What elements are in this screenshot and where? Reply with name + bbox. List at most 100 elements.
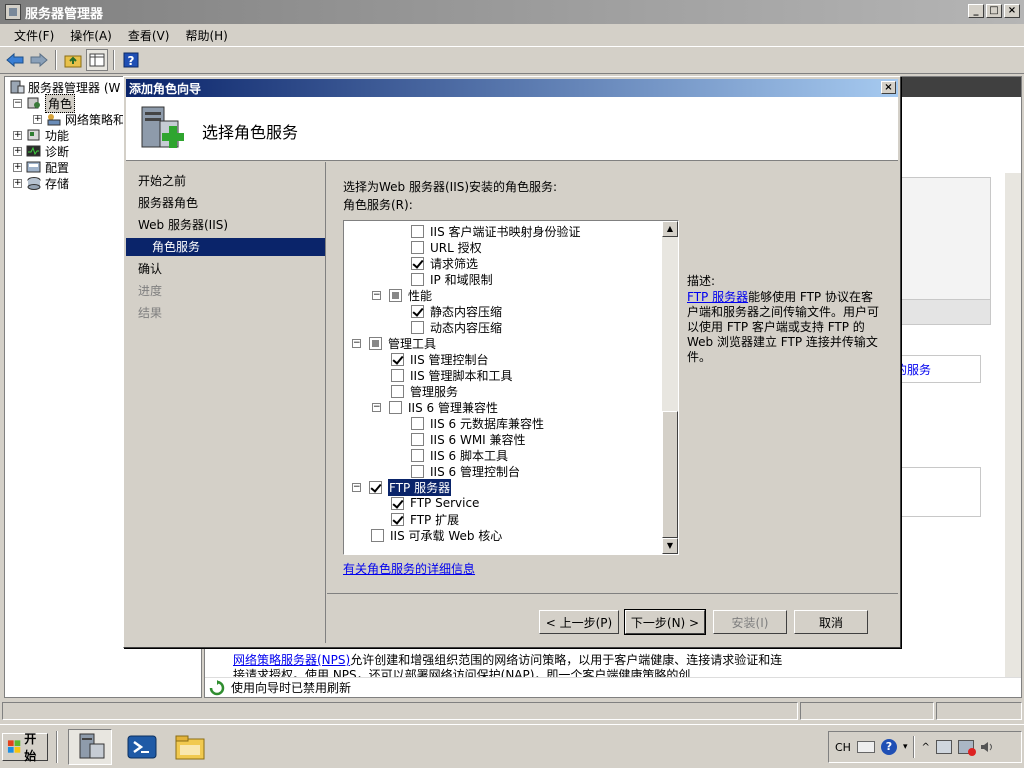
action-center-icon[interactable]	[935, 740, 952, 754]
keyboard-icon[interactable]	[856, 741, 875, 753]
step-web-server-iis[interactable]: Web 服务器(IIS)	[138, 216, 228, 234]
role-service-item[interactable]: URL 授权	[411, 239, 482, 255]
role-services-scrollbar[interactable]: ▲ ▼	[662, 221, 678, 554]
cancel-button[interactable]: 取消	[794, 610, 868, 634]
details-scrollbar[interactable]	[1005, 173, 1021, 679]
role-service-checkbox[interactable]	[389, 400, 402, 414]
menu-view[interactable]: 查看(V)	[120, 25, 178, 46]
role-service-item[interactable]: FTP Service	[391, 495, 479, 511]
role-service-checkbox[interactable]	[391, 384, 404, 398]
role-service-item[interactable]: 请求筛选	[411, 255, 478, 271]
role-service-checkbox[interactable]	[391, 352, 404, 366]
step-progress: 进度	[138, 284, 163, 298]
step-before-you-begin[interactable]: 开始之前	[138, 172, 186, 190]
step-role-services[interactable]: 角色服务	[126, 238, 325, 256]
role-service-item[interactable]: FTP 扩展	[391, 511, 459, 527]
collapse-icon[interactable]: −	[352, 482, 361, 492]
forward-arrow-icon[interactable]	[28, 49, 50, 71]
tree-item-configuration[interactable]: + 配置	[13, 159, 69, 175]
scroll-up-arrow-icon[interactable]: ▲	[662, 221, 678, 237]
volume-icon[interactable]	[980, 740, 994, 754]
next-button[interactable]: 下一步(N) >	[624, 609, 706, 635]
role-service-checkbox[interactable]	[411, 304, 424, 318]
role-service-checkbox[interactable]	[411, 416, 424, 430]
step-server-roles[interactable]: 服务器角色	[138, 194, 198, 212]
role-service-item[interactable]: 动态内容压缩	[411, 319, 502, 335]
input-language[interactable]: CH	[835, 741, 851, 754]
taskbar-server-manager[interactable]	[68, 729, 112, 765]
expand-icon[interactable]: +	[33, 114, 42, 124]
role-service-item[interactable]: IIS 管理脚本和工具	[391, 367, 513, 383]
role-service-item[interactable]: − 性能	[372, 287, 432, 303]
up-folder-icon[interactable]	[62, 49, 84, 71]
menu-help[interactable]: 帮助(H)	[177, 25, 235, 46]
help-tray-icon[interactable]: ?	[880, 739, 897, 755]
role-service-item[interactable]: IIS 6 元数据库兼容性	[411, 415, 544, 431]
role-service-checkbox[interactable]	[411, 240, 424, 254]
minimize-button[interactable]: _	[968, 4, 984, 18]
tree-item-diagnostics[interactable]: + 诊断	[13, 143, 69, 159]
expand-icon[interactable]: +	[13, 130, 22, 140]
role-service-item[interactable]: IIS 6 管理控制台	[411, 463, 520, 479]
tree-item-nps[interactable]: + 网络策略和	[33, 111, 125, 127]
expand-icon[interactable]: +	[13, 178, 22, 188]
role-service-checkbox[interactable]	[391, 512, 404, 526]
role-service-checkbox[interactable]	[411, 448, 424, 462]
ftp-server-link[interactable]: FTP 服务器	[687, 290, 748, 304]
role-service-item[interactable]: IIS 6 WMI 兼容性	[411, 431, 526, 447]
scroll-thumb[interactable]	[662, 411, 678, 538]
collapse-icon[interactable]: −	[13, 98, 22, 108]
expand-icon[interactable]: +	[13, 162, 22, 172]
language-options-icon[interactable]: ▾	[903, 742, 908, 752]
show-hidden-icons-icon[interactable]: ^	[921, 742, 929, 753]
menu-action[interactable]: 操作(A)	[62, 25, 120, 46]
role-service-checkbox[interactable]	[391, 496, 404, 510]
role-service-item[interactable]: 静态内容压缩	[411, 303, 502, 319]
role-service-item[interactable]: IIS 管理控制台	[391, 351, 489, 367]
taskbar-powershell[interactable]	[120, 729, 164, 765]
role-service-item[interactable]: IIS 6 脚本工具	[411, 447, 508, 463]
role-service-item[interactable]: 管理服务	[391, 383, 458, 399]
taskbar-explorer[interactable]	[168, 729, 212, 765]
role-service-item[interactable]: IIS 客户端证书映射身份验证	[411, 223, 581, 239]
role-service-checkbox[interactable]	[411, 432, 424, 446]
role-service-checkbox[interactable]	[391, 368, 404, 382]
collapse-icon[interactable]: −	[372, 290, 381, 300]
wizard-close-button[interactable]: ×	[881, 81, 896, 94]
role-service-item[interactable]: IIS 可承载 Web 核心	[371, 527, 502, 543]
scroll-down-arrow-icon[interactable]: ▼	[662, 538, 678, 554]
collapse-icon[interactable]: −	[372, 402, 381, 412]
role-service-item[interactable]: − IIS 6 管理兼容性	[372, 399, 498, 415]
role-service-checkbox[interactable]	[369, 336, 382, 350]
help-icon[interactable]: ?	[120, 49, 142, 71]
role-service-checkbox[interactable]	[411, 320, 424, 334]
network-icon[interactable]	[957, 740, 976, 756]
maximize-button[interactable]: □	[986, 4, 1002, 18]
menu-file[interactable]: 文件(F)	[6, 25, 62, 46]
role-service-item[interactable]: − 管理工具	[352, 335, 436, 351]
nps-link[interactable]: 网络策略服务器(NPS)	[233, 653, 350, 667]
expand-icon[interactable]: +	[13, 146, 22, 156]
back-button[interactable]: < 上一步(P)	[539, 610, 619, 634]
more-info-link[interactable]: 有关角色服务的详细信息	[343, 560, 475, 577]
close-button[interactable]: ×	[1004, 4, 1020, 18]
role-service-item[interactable]: − FTP 服务器	[352, 478, 452, 496]
tree-item-roles[interactable]: − 角色	[13, 93, 76, 113]
tree-item-storage[interactable]: + 存储	[13, 175, 69, 191]
collapse-icon[interactable]: −	[352, 338, 361, 348]
role-services-tree[interactable]: IIS 客户端证书映射身份验证 URL 授权 请求筛选 IP 和域限制 − 性能 静态内容压…	[343, 220, 679, 555]
start-button[interactable]: 开始	[2, 732, 48, 763]
role-service-checkbox[interactable]	[369, 480, 382, 494]
role-service-checkbox[interactable]	[389, 288, 402, 302]
role-service-checkbox[interactable]	[411, 272, 424, 286]
tree-item-features[interactable]: + 功能	[13, 127, 69, 143]
step-confirmation[interactable]: 确认	[138, 260, 162, 278]
show-hide-console-tree-icon[interactable]	[86, 49, 108, 71]
role-service-checkbox[interactable]	[411, 256, 424, 270]
back-arrow-icon[interactable]	[4, 49, 26, 71]
role-service-item[interactable]: IP 和域限制	[411, 271, 493, 287]
role-service-checkbox[interactable]	[371, 528, 384, 542]
role-service-checkbox[interactable]	[411, 464, 424, 478]
status-cell-main	[2, 702, 798, 720]
role-service-checkbox[interactable]	[411, 224, 424, 238]
